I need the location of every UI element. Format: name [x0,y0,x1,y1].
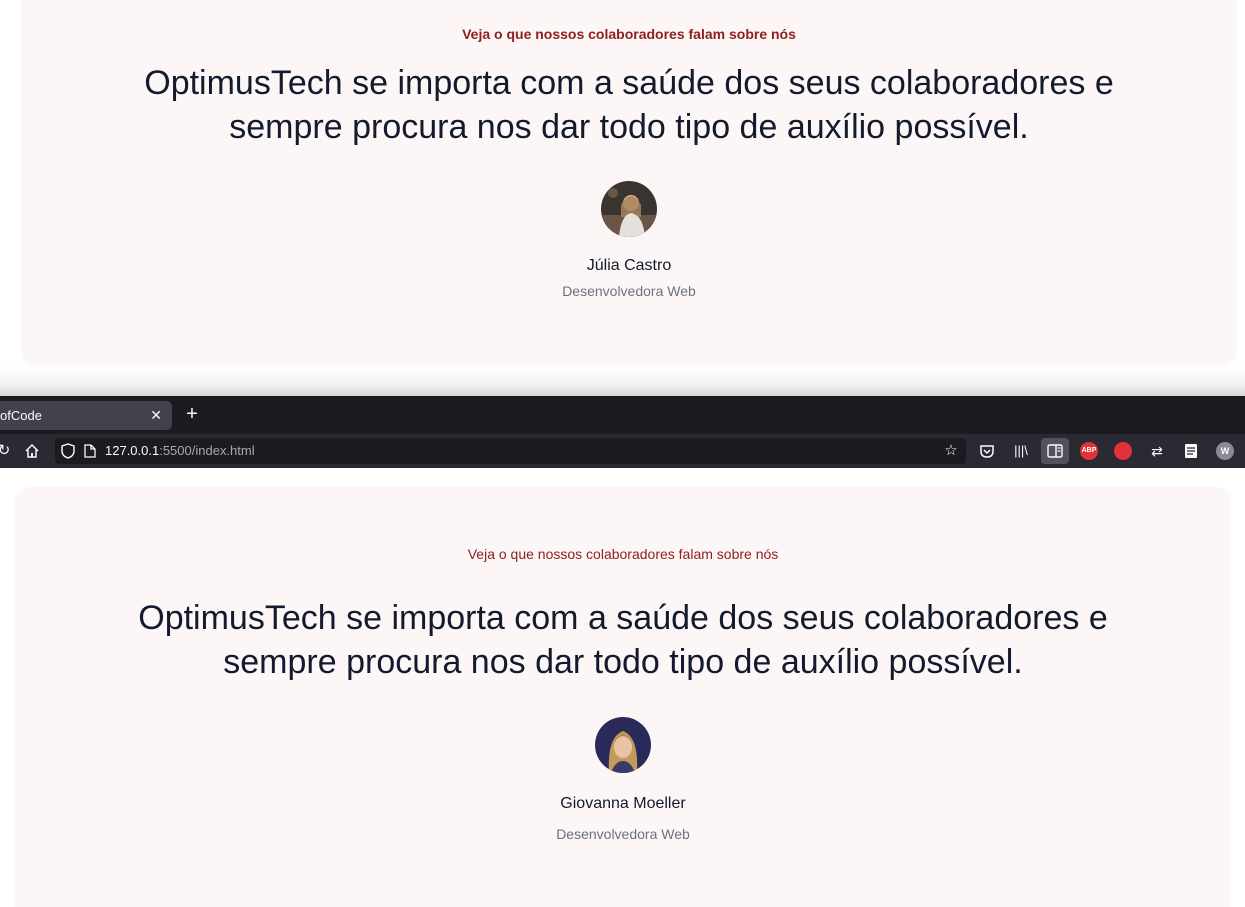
avatar-photo-icon [595,717,651,773]
quote-line-1: OptimusTech se importa com a saúde dos s… [138,599,1108,637]
translate-icon[interactable]: ⇄ [1147,441,1167,461]
url-path: :5500/index.html [159,443,255,458]
library-icon[interactable]: |||\ [1011,441,1031,461]
profile-avatar-icon[interactable]: W [1216,442,1234,460]
pocket-button[interactable] [977,441,997,461]
notes-button[interactable] [1181,441,1201,461]
bookmark-star-icon[interactable]: ☆ [941,441,961,461]
url-text[interactable]: 127.0.0.1:5500/index.html [105,443,255,458]
person-role: Desenvolvedora Web [562,283,696,299]
avatar [601,181,657,237]
reload-icon[interactable]: ↻ [0,441,14,461]
home-button[interactable] [22,441,42,461]
section-kicker: Veja o que nossos colaboradores falam so… [467,546,779,562]
window-separator [0,365,1245,396]
url-bar[interactable]: 127.0.0.1:5500/index.html [55,438,966,464]
url-host: 127.0.0.1 [105,443,160,458]
new-tab-button[interactable]: + [183,402,201,426]
avatar-photo-icon [601,181,657,237]
sidebar-icon [1047,444,1063,458]
avatar [595,717,651,773]
person-name: Giovanna Moeller [560,795,686,812]
testimonial-quote: OptimusTech se importa com a saúde dos s… [15,596,1231,684]
browser-tabbar: ofCode ✕ + [0,396,1245,434]
home-icon [25,443,39,458]
close-tab-icon[interactable]: ✕ [150,407,162,424]
quote-line-2: sempre procura nos dar todo tipo de auxí… [229,108,1029,146]
tab-title: ofCode [0,408,42,423]
testimonial-card-bottom: Veja o que nossos colaboradores falam so… [15,487,1231,907]
notes-icon [1185,444,1197,458]
page-icon[interactable] [84,444,96,458]
testimonial-card-top: Veja o que nossos colaboradores falam so… [21,0,1237,365]
quote-line-1: OptimusTech se importa com a saúde dos s… [144,64,1114,102]
browser-navbar: ↻ 127.0.0.1:5500/index.html ☆ |||\ ABP ⇄ [0,434,1245,468]
pocket-icon [980,445,994,458]
quote-line-2: sempre procura nos dar todo tipo de auxí… [223,643,1023,681]
person-name: Júlia Castro [586,257,672,274]
person-role: Desenvolvedora Web [556,826,690,842]
tomato-timer-icon[interactable] [1114,442,1132,460]
adblock-plus-icon[interactable]: ABP [1080,442,1098,460]
sidebar-toggle-button[interactable] [1041,438,1069,464]
section-kicker: Veja o que nossos colaboradores falam so… [462,26,796,42]
browser-tab[interactable]: ofCode ✕ [0,401,172,430]
testimonial-quote: OptimusTech se importa com a saúde dos s… [21,61,1237,149]
shield-icon[interactable] [61,443,75,459]
